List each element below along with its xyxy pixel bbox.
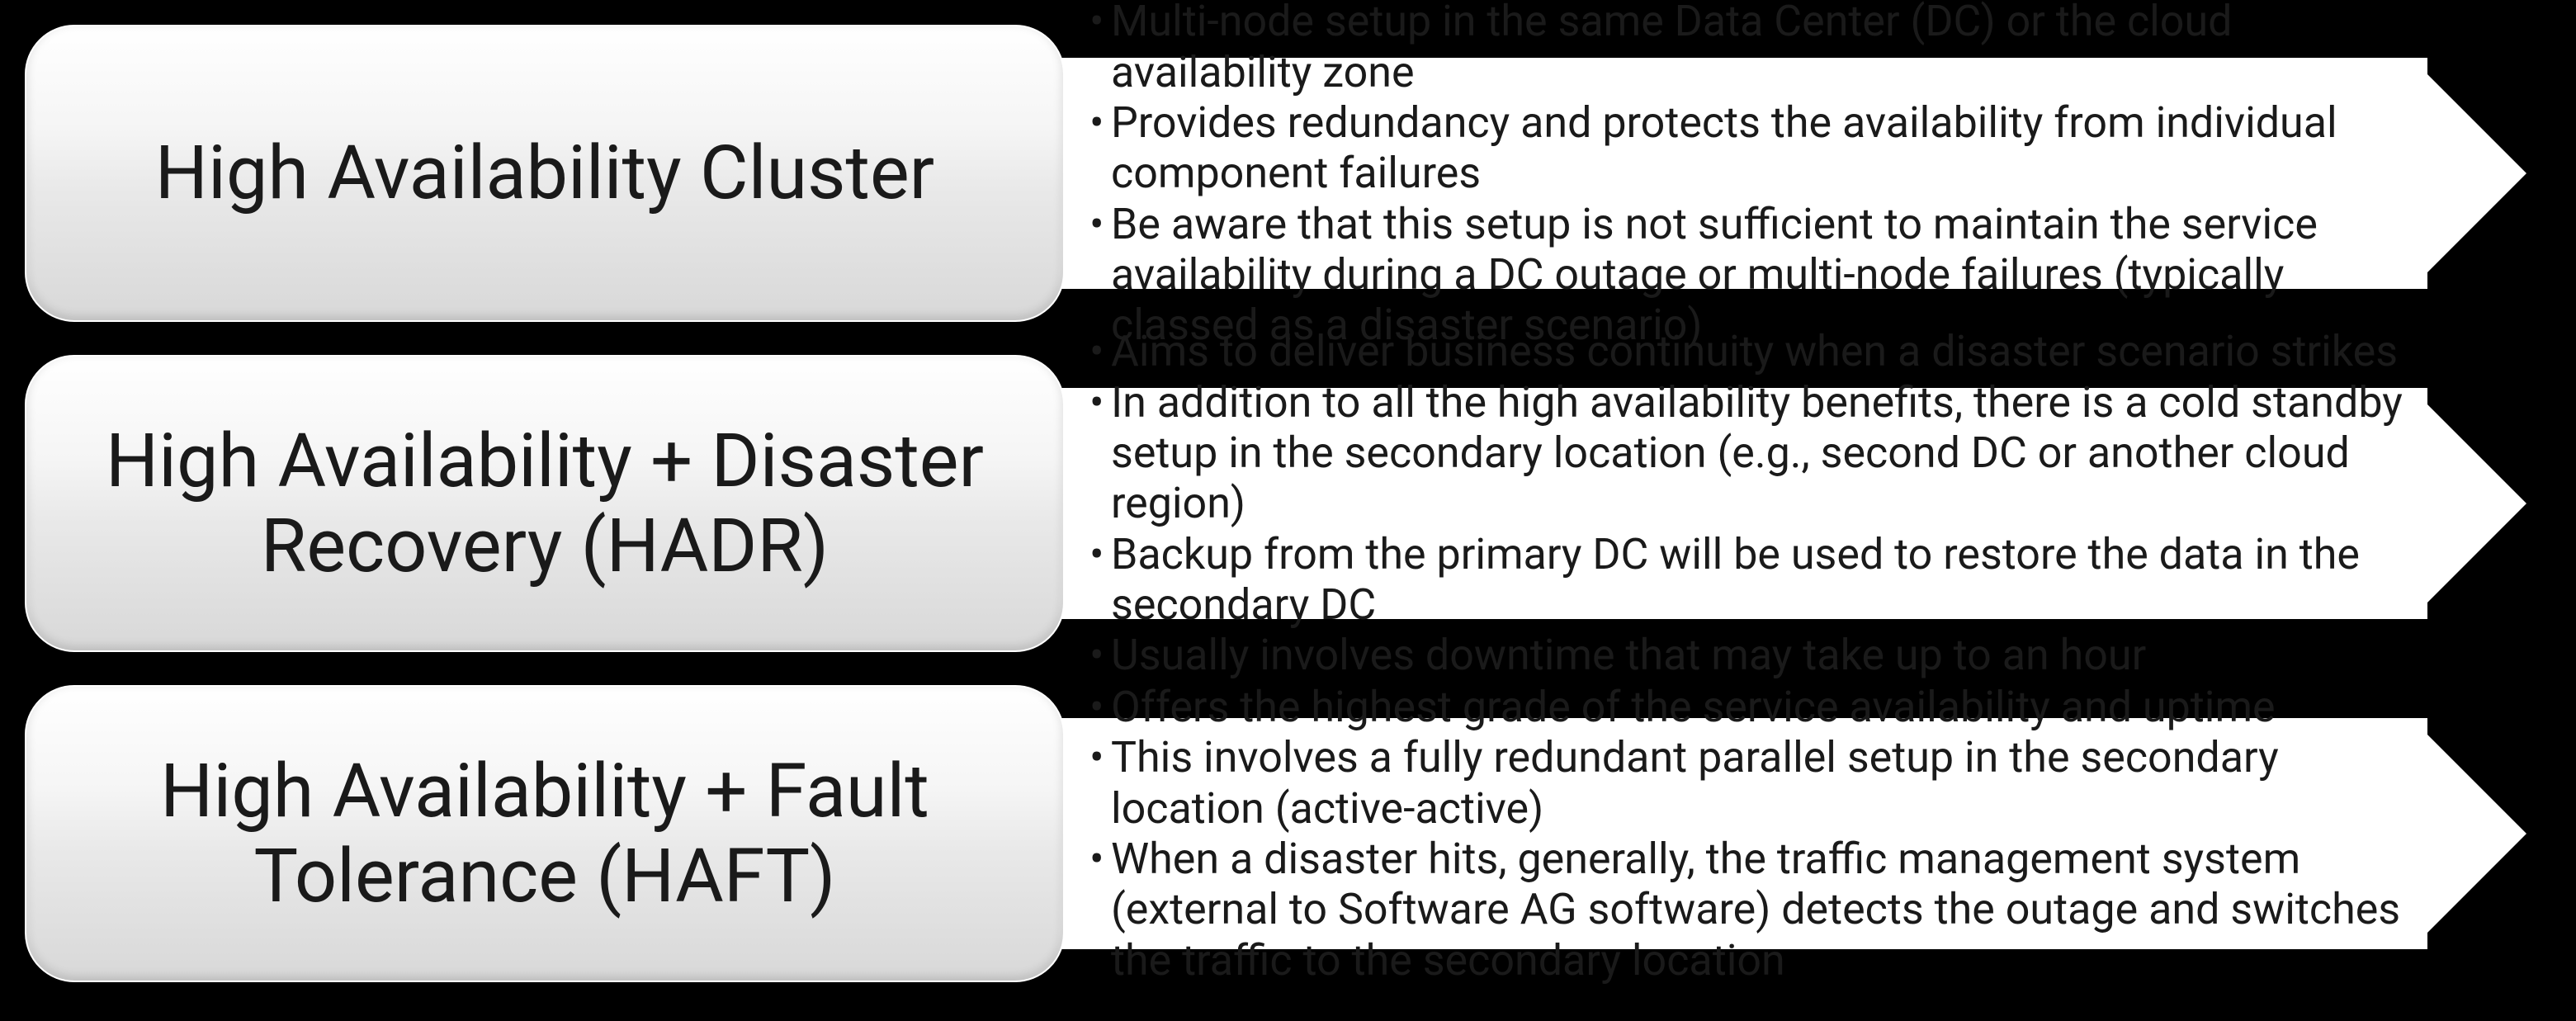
row-hadr: High Availability + Disaster Recovery (H… (0, 355, 2576, 652)
diagram-canvas: High Availability Cluster Multi-node set… (0, 0, 2576, 1021)
row-ha-cluster: High Availability Cluster Multi-node set… (0, 25, 2576, 322)
bullet-item: This involves a fully redundant parallel… (1089, 732, 2403, 834)
title-box-haft: High Availability + Fault Tolerance (HAF… (25, 685, 1065, 982)
bullet-list: Multi-node setup in the same Data Center… (1089, 0, 2403, 351)
title-box-hadr: High Availability + Disaster Recovery (H… (25, 355, 1065, 652)
row-haft: High Availability + Fault Tolerance (HAF… (0, 685, 2576, 982)
arrow-head-icon (2411, 355, 2559, 652)
bullet-list: Aims to deliver business continuity when… (1089, 326, 2403, 681)
bullet-item: Offers the highest grade of the service … (1089, 682, 2403, 732)
bullet-item: Usually involves downtime that may take … (1089, 630, 2403, 680)
bullet-item: Backup from the primary DC will be used … (1089, 529, 2403, 631)
bullet-item: Provides redundancy and protects the ava… (1089, 97, 2403, 199)
arrow-body: Offers the highest grade of the service … (1048, 685, 2427, 982)
bullet-list: Offers the highest grade of the service … (1089, 682, 2403, 986)
title-box-ha-cluster: High Availability Cluster (25, 25, 1065, 322)
bullet-item: Multi-node setup in the same Data Center… (1089, 0, 2403, 97)
bullet-item: In addition to all the high availability… (1089, 377, 2403, 529)
arrow-body: Multi-node setup in the same Data Center… (1048, 25, 2427, 322)
title-text: High Availability + Fault Tolerance (HAF… (76, 749, 1014, 919)
bullet-item: When a disaster hits, generally, the tra… (1089, 834, 2403, 986)
title-text: High Availability Cluster (155, 130, 934, 216)
arrow-head-icon (2411, 685, 2559, 982)
title-text: High Availability + Disaster Recovery (H… (76, 418, 1014, 589)
bullet-item: Aims to deliver business continuity when… (1089, 326, 2403, 376)
arrow-head-icon (2411, 25, 2559, 322)
arrow-body: Aims to deliver business continuity when… (1048, 355, 2427, 652)
